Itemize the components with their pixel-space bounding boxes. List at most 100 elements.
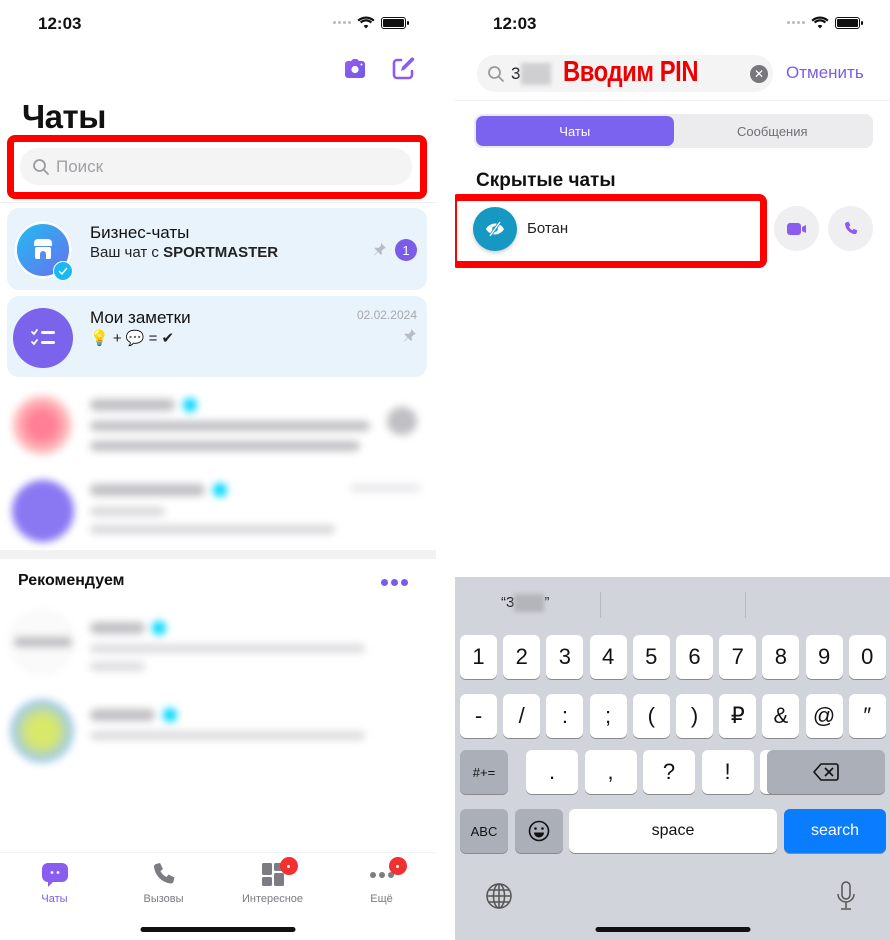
home-indicator — [595, 927, 750, 932]
symbols-key[interactable]: #+= — [460, 750, 508, 794]
hidden-chat-name: Ботан — [527, 220, 569, 237]
key[interactable]: @ — [805, 694, 843, 738]
chat-date: 02.02.2024 — [356, 308, 417, 322]
globe-icon[interactable] — [485, 882, 513, 915]
key[interactable]: 6 — [676, 635, 713, 679]
suggestion-item[interactable]: “3 ” — [501, 594, 550, 613]
home-indicator — [140, 927, 296, 932]
more-icon — [367, 857, 407, 889]
space-key[interactable]: space — [569, 809, 777, 853]
status-bar: 12:03 — [455, 0, 890, 48]
tab-bar: Чаты Вызовы Интересное Ещё — [0, 852, 436, 912]
chat-item-blurred[interactable] — [0, 470, 436, 550]
key[interactable]: / — [503, 694, 541, 738]
tab-label: Ещё — [370, 893, 393, 905]
hidden-eye-icon — [473, 207, 517, 251]
status-bar: 12:03 — [0, 0, 436, 48]
key[interactable]: ″ — [848, 694, 886, 738]
key[interactable]: ! — [701, 750, 754, 794]
key[interactable]: ? — [643, 750, 695, 794]
compose-icon[interactable] — [390, 56, 416, 82]
grid-icon — [258, 857, 298, 889]
tab-chats[interactable]: Чаты — [0, 853, 109, 912]
section-separator — [0, 550, 436, 559]
search-key[interactable]: search — [784, 809, 886, 853]
key[interactable]: : — [546, 694, 584, 738]
search-icon — [488, 65, 504, 82]
notification-dot — [279, 857, 298, 875]
hidden-chats-title: Скрытые чаты — [476, 170, 616, 191]
key[interactable]: 3 — [546, 635, 584, 679]
tab-more[interactable]: Ещё — [327, 853, 436, 912]
camera-icon[interactable] — [342, 56, 368, 82]
segment-chats[interactable]: Чаты — [476, 116, 674, 146]
search-input[interactable]: Поиск — [20, 148, 412, 185]
suggestion-text: ” — [544, 594, 550, 611]
chats-screen: 12:03 Чаты Поиск Бизнес-чаты Ваш чат с S… — [0, 0, 436, 940]
key[interactable]: . — [526, 750, 578, 794]
key[interactable]: 2 — [503, 635, 541, 679]
key[interactable]: ( — [632, 694, 670, 738]
recommended-item-blurred[interactable] — [0, 697, 436, 767]
suggestion-bar: “3 ” — [455, 577, 890, 627]
search-icon — [33, 158, 49, 175]
voice-call-button[interactable] — [828, 206, 873, 251]
unread-badge: 1 — [395, 239, 417, 261]
key[interactable]: ₽ — [719, 694, 757, 738]
key[interactable]: 8 — [762, 635, 800, 679]
key[interactable]: 1 — [460, 635, 497, 679]
search-value: 3 — [511, 63, 521, 83]
divider — [745, 592, 746, 618]
phone-icon — [149, 861, 179, 889]
status-icons — [787, 16, 863, 29]
redacted-pin — [521, 62, 552, 85]
chat-subtitle: 💡 + 💬 = ✔ — [90, 330, 175, 347]
divider — [600, 592, 601, 618]
cancel-button[interactable]: Отменить — [786, 63, 864, 83]
tab-label: Вызовы — [143, 893, 184, 905]
key[interactable]: 4 — [589, 635, 627, 679]
key[interactable]: 7 — [719, 635, 757, 679]
key[interactable]: 5 — [632, 635, 670, 679]
divider — [455, 100, 890, 101]
key[interactable]: 9 — [805, 635, 843, 679]
key[interactable]: , — [584, 750, 637, 794]
microphone-icon[interactable] — [836, 880, 856, 917]
wifi-icon — [357, 16, 375, 29]
key[interactable]: 0 — [848, 635, 886, 679]
avatar — [12, 395, 72, 455]
chat-item-blurred[interactable] — [0, 385, 436, 465]
abc-key[interactable]: ABC — [460, 809, 508, 853]
video-call-button[interactable] — [774, 206, 819, 251]
pin-icon — [374, 243, 386, 256]
tab-label: Интересное — [241, 893, 304, 905]
hidden-chat-item[interactable]: Ботан — [465, 200, 765, 260]
segmented-control: Чаты Сообщения — [474, 114, 873, 148]
suggestion-text: “3 — [501, 594, 515, 611]
verified-badge-icon — [53, 261, 73, 281]
wifi-icon — [811, 16, 829, 29]
redacted-pin — [514, 594, 545, 613]
key[interactable]: & — [762, 694, 800, 738]
key[interactable]: ; — [589, 694, 627, 738]
tab-explore[interactable]: Интересное — [218, 853, 327, 912]
chat-item-notes[interactable]: Мои заметки 💡 + 💬 = ✔ 02.02.2024 — [7, 296, 427, 377]
battery-icon — [835, 16, 863, 29]
signal-icon — [787, 21, 805, 24]
more-dots-icon[interactable] — [381, 579, 408, 586]
emoji-key[interactable] — [515, 809, 563, 853]
chat-item-business[interactable]: Бизнес-чаты Ваш чат с SPORTMASTER 1 — [7, 208, 427, 290]
video-icon — [786, 222, 806, 235]
phone-icon — [844, 221, 857, 234]
segment-messages[interactable]: Сообщения — [674, 116, 872, 146]
chat-name: Бизнес-чаты — [90, 223, 190, 242]
annotation-text: Вводим PIN — [563, 56, 699, 88]
key[interactable]: ) — [676, 694, 713, 738]
status-icons — [333, 16, 409, 29]
recommended-item-blurred[interactable] — [0, 610, 436, 690]
page-title: Чаты — [22, 98, 106, 135]
key[interactable]: - — [460, 694, 497, 738]
backspace-key[interactable] — [767, 750, 885, 794]
clear-search-icon[interactable]: ✕ — [750, 65, 768, 83]
tab-calls[interactable]: Вызовы — [109, 853, 218, 912]
